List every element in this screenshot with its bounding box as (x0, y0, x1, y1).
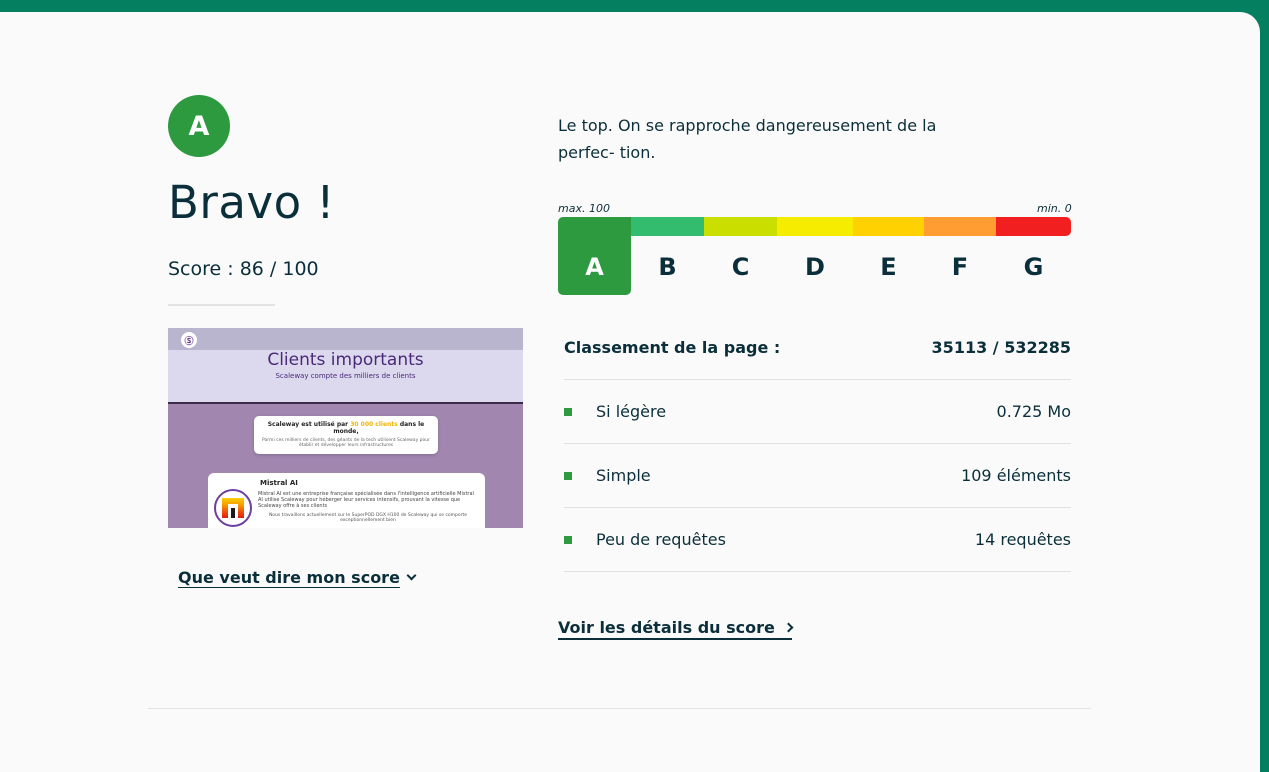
score-description: Le top. On se rapproche dangereusement d… (558, 116, 937, 162)
thumb-divider (168, 402, 523, 404)
ranking-label: Classement de la page : (564, 338, 781, 357)
grade-segment-c (704, 217, 777, 236)
divider (564, 443, 1071, 444)
page-screenshot: Ⓢ Clients importants Scaleway compte des… (168, 328, 523, 528)
metric-row: Simple 109 éléments (564, 466, 1071, 485)
scale-max-label: max. 100 (558, 202, 610, 215)
score-explanation-link[interactable]: Que veut dire mon score (178, 568, 417, 587)
thumb-info-pre: Scaleway est utilisé par (267, 421, 351, 428)
thumb-subtitle: Scaleway compte des milliers de clients (275, 372, 416, 380)
thumb-title: Clients importants (267, 350, 424, 370)
grade-segment-d (777, 217, 853, 236)
page-title: Bravo ! (168, 176, 335, 229)
thumb-client-card: Mistral AI Mistral AI est une entreprise… (208, 473, 485, 528)
metric-row: Si légère 0.725 Mo (564, 402, 1071, 421)
thumb-logo-icon: Ⓢ (181, 332, 197, 348)
metric-value: 0.725 Mo (996, 402, 1071, 421)
thumb-info-text: Scaleway est utilisé par 30 000 clients … (260, 421, 432, 435)
scale-min-label: min. 0 (1037, 202, 1072, 215)
bullet-icon (564, 471, 572, 480)
metric-left: Si légère (564, 402, 666, 421)
divider (564, 571, 1071, 572)
thumb-info-box: Scaleway est utilisé par 30 000 clients … (254, 416, 438, 454)
thumb-info-highlight: 30 000 clients (350, 421, 398, 428)
metric-left: Peu de requêtes (564, 530, 726, 549)
ranking-value: 35113 / 532285 (931, 338, 1071, 357)
metric-label: Simple (596, 466, 651, 485)
grade-label: B (658, 253, 677, 281)
mistral-logo-icon (214, 489, 252, 527)
divider (564, 507, 1071, 508)
grade-label: C (731, 253, 750, 281)
grade-segment-a-active: A (558, 217, 631, 295)
chevron-right-icon (783, 622, 794, 633)
thumb-topbar (168, 328, 523, 350)
thumb-card-title: Mistral AI (260, 479, 298, 487)
bullet-icon (564, 407, 572, 416)
grade-badge: A (168, 95, 230, 157)
grade-scale: A B C D E F G (558, 217, 1071, 295)
grade-label: F (951, 253, 969, 281)
metric-row: Peu de requêtes 14 requêtes (564, 530, 1071, 549)
ranking-row: Classement de la page : 35113 / 532285 (564, 338, 1071, 357)
grade-label: D (805, 253, 825, 281)
chevron-down-icon (406, 570, 417, 580)
metric-label: Peu de requêtes (596, 530, 726, 549)
metric-label: Si légère (596, 402, 667, 421)
score-explanation-label: Que veut dire mon score (178, 568, 400, 587)
grade-segment-b (631, 217, 704, 236)
grade-label: G (1023, 253, 1044, 281)
score-text: Score : 86 / 100 (168, 258, 319, 280)
divider (148, 708, 1091, 709)
grade-label: A (585, 253, 604, 281)
score-details-label: Voir les détails du score (558, 618, 775, 637)
thumb-card-quote: Nous travaillons actuellement sur le Sup… (268, 513, 468, 523)
metric-value: 109 éléments (961, 466, 1071, 485)
grade-label: E (880, 253, 897, 281)
metric-value: 14 requêtes (974, 530, 1071, 549)
grade-segment-g (996, 217, 1071, 236)
divider (564, 379, 1071, 380)
score-details-link[interactable]: Voir les détails du score (558, 618, 794, 640)
result-card: A Bravo ! Score : 86 / 100 Ⓢ Clients imp… (0, 12, 1260, 772)
grade-segment-e (853, 217, 924, 236)
grade-segment-f (924, 217, 996, 236)
thumb-card-desc: Mistral AI est une entreprise française … (258, 491, 474, 509)
divider (168, 304, 275, 306)
bullet-icon (564, 535, 572, 544)
thumb-info-sub: Parmi ces milliers de clients, des géant… (262, 438, 430, 449)
metric-left: Simple (564, 466, 651, 485)
